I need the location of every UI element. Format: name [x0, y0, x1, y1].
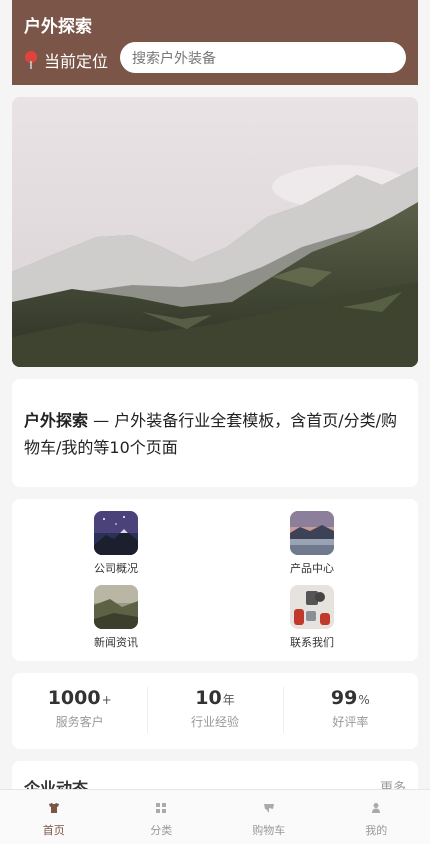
search-placeholder: 搜索户外装备 [132, 50, 216, 67]
stat-label: 行业经验 [190, 715, 239, 729]
app-header: 户外探索 当前定位 搜索户外装备 [12, 0, 418, 85]
quick-link-contact[interactable]: 联系我们 [252, 585, 372, 650]
tab-label: 购物车 [252, 824, 286, 837]
quick-link-label: 产品中心 [290, 562, 334, 575]
quick-link-label: 新闻资讯 [94, 636, 138, 649]
lake-sunset-icon [290, 511, 334, 555]
valley-icon [94, 585, 138, 629]
stat-value: 10年 [195, 687, 235, 709]
hero-banner[interactable] [12, 97, 418, 367]
tab-profile[interactable]: 我的 [323, 790, 430, 844]
mountain-night-icon [94, 511, 138, 555]
stat-experience: 10年 行业经验 [147, 673, 282, 749]
app-title: 户外探索 [24, 17, 92, 37]
quick-links-panel: 公司概况 产品中心 新闻资讯 联系我们 [12, 499, 418, 661]
intro-card: 户外探索 — 户外装备行业全套模板，含首页/分类/购物车/我的等10个页面 [12, 379, 418, 487]
stat-value: 1000+ [47, 687, 112, 709]
user-icon [370, 802, 382, 814]
quick-link-company[interactable]: 公司概况 [56, 511, 176, 576]
shirt-icon [48, 802, 60, 814]
cart-icon [263, 802, 275, 814]
stat-label: 好评率 [332, 715, 369, 729]
stat-rating: 99% 好评率 [282, 673, 418, 749]
tab-cart[interactable]: 购物车 [215, 790, 323, 844]
quick-link-label: 公司概况 [94, 562, 138, 575]
quick-link-products[interactable]: 产品中心 [252, 511, 372, 576]
tab-label: 分类 [150, 824, 173, 837]
location-label: 当前定位 [44, 52, 109, 71]
tab-label: 首页 [42, 824, 65, 837]
stat-label: 服务客户 [55, 715, 104, 729]
tab-category[interactable]: 分类 [108, 790, 216, 844]
quick-link-label: 联系我们 [290, 636, 334, 649]
location-pin-icon [24, 51, 38, 69]
location-selector[interactable]: 当前定位 [24, 48, 108, 72]
stats-panel: 1000+ 服务客户 10年 行业经验 99% 好评率 [12, 673, 418, 749]
quick-link-news[interactable]: 新闻资讯 [56, 585, 176, 650]
tab-home[interactable]: 首页 [0, 790, 108, 844]
bottom-tab-bar: 首页 分类 购物车 我的 [0, 789, 430, 844]
mountain-banner-image [12, 97, 418, 367]
search-input[interactable]: 搜索户外装备 [120, 42, 406, 73]
stat-customers: 1000+ 服务客户 [12, 673, 147, 749]
stat-value: 99% [330, 687, 370, 709]
intro-brand: 户外探索 [24, 411, 89, 430]
gear-flatlay-icon [290, 585, 334, 629]
tab-label: 我的 [365, 824, 388, 837]
grid-icon [155, 802, 167, 814]
